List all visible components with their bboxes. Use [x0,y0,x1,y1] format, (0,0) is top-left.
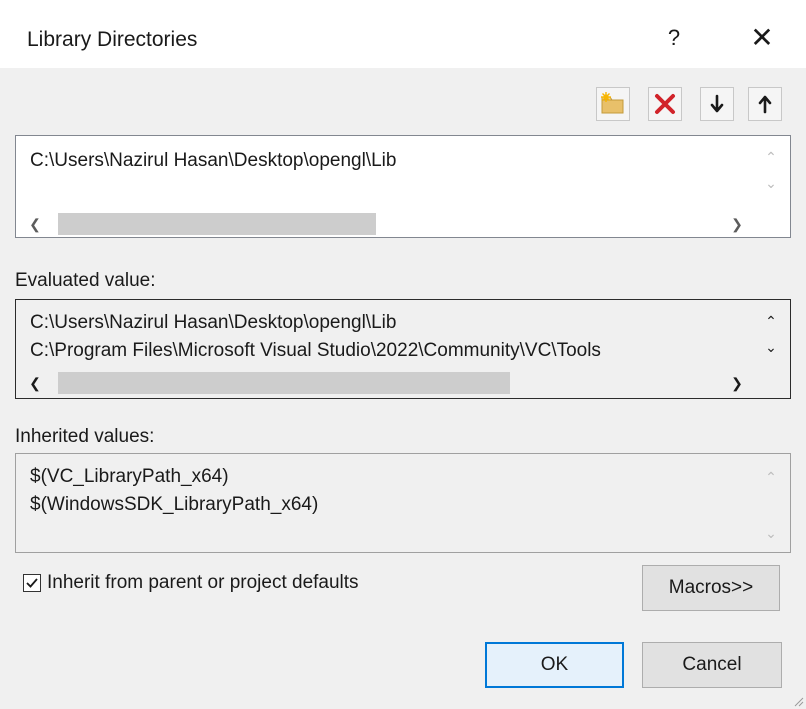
inherited-line-2: $(WindowsSDK_LibraryPath_x64) [30,494,319,515]
scroll-left-icon[interactable]: ❮ [24,213,46,235]
hscroll-thumb[interactable] [58,372,510,394]
inherit-checkbox[interactable] [23,574,41,592]
close-button[interactable]: ✕ [742,20,782,56]
delete-line-button[interactable] [648,87,682,121]
help-button[interactable]: ? [656,22,692,54]
new-folder-icon [601,92,624,114]
inherited-line-1: $(VC_LibraryPath_x64) [30,466,229,487]
arrow-up-icon [758,95,772,114]
evaluated-line-2: C:\Program Files\Microsoft Visual Studio… [30,340,601,361]
new-line-button[interactable] [596,87,630,121]
arrow-down-icon [710,94,724,113]
evaluated-hscroll[interactable]: ❮ ❯ [16,368,790,398]
ok-button[interactable]: OK [485,642,624,688]
title-bar: Library Directories ? ✕ [0,0,806,68]
scroll-left-icon[interactable]: ❮ [24,372,46,394]
scroll-down-icon[interactable]: ⌄ [760,522,782,544]
inherited-values-box: $(VC_LibraryPath_x64) $(WindowsSDK_Libra… [15,453,791,553]
evaluated-value-label: Evaluated value: [15,270,156,291]
directory-edit-list[interactable]: C:\Users\Nazirul Hasan\Desktop\opengl\Li… [15,135,791,238]
hscroll-thumb[interactable] [58,213,376,235]
inherited-vscroll[interactable]: ⌃ ⌄ [754,454,790,552]
checkmark-icon [26,578,38,588]
inherit-checkbox-label: Inherit from parent or project defaults [47,572,359,593]
directory-line-1[interactable]: C:\Users\Nazirul Hasan\Desktop\opengl\Li… [30,150,396,172]
scroll-right-icon[interactable]: ❯ [726,372,748,394]
scroll-up-icon[interactable]: ⌃ [760,466,782,488]
scroll-down-icon[interactable]: ⌄ [760,336,782,358]
evaluated-vscroll[interactable]: ⌃ ⌄ [754,300,790,370]
dialog-title: Library Directories [27,28,198,51]
move-down-button[interactable] [700,87,734,121]
cancel-button[interactable]: Cancel [642,642,782,688]
macros-button[interactable]: Macros>> [642,565,780,611]
inherit-checkbox-row[interactable]: Inherit from parent or project defaults [23,572,359,594]
library-directories-dialog: Library Directories ? ✕ C:\Users\Nazirul… [0,0,806,709]
scroll-up-icon[interactable]: ⌃ [760,310,782,332]
scroll-right-icon[interactable]: ❯ [726,213,748,235]
evaluated-line-1: C:\Users\Nazirul Hasan\Desktop\opengl\Li… [30,312,397,333]
scroll-up-icon[interactable]: ⌃ [760,146,782,168]
move-up-button[interactable] [748,87,782,121]
edit-list-hscroll[interactable]: ❮ ❯ [16,207,790,237]
scroll-down-icon[interactable]: ⌄ [760,172,782,194]
resize-grip-icon[interactable] [794,697,804,707]
inherited-values-label: Inherited values: [15,426,155,447]
evaluated-value-box: C:\Users\Nazirul Hasan\Desktop\opengl\Li… [15,299,791,399]
delete-x-icon [655,94,675,114]
